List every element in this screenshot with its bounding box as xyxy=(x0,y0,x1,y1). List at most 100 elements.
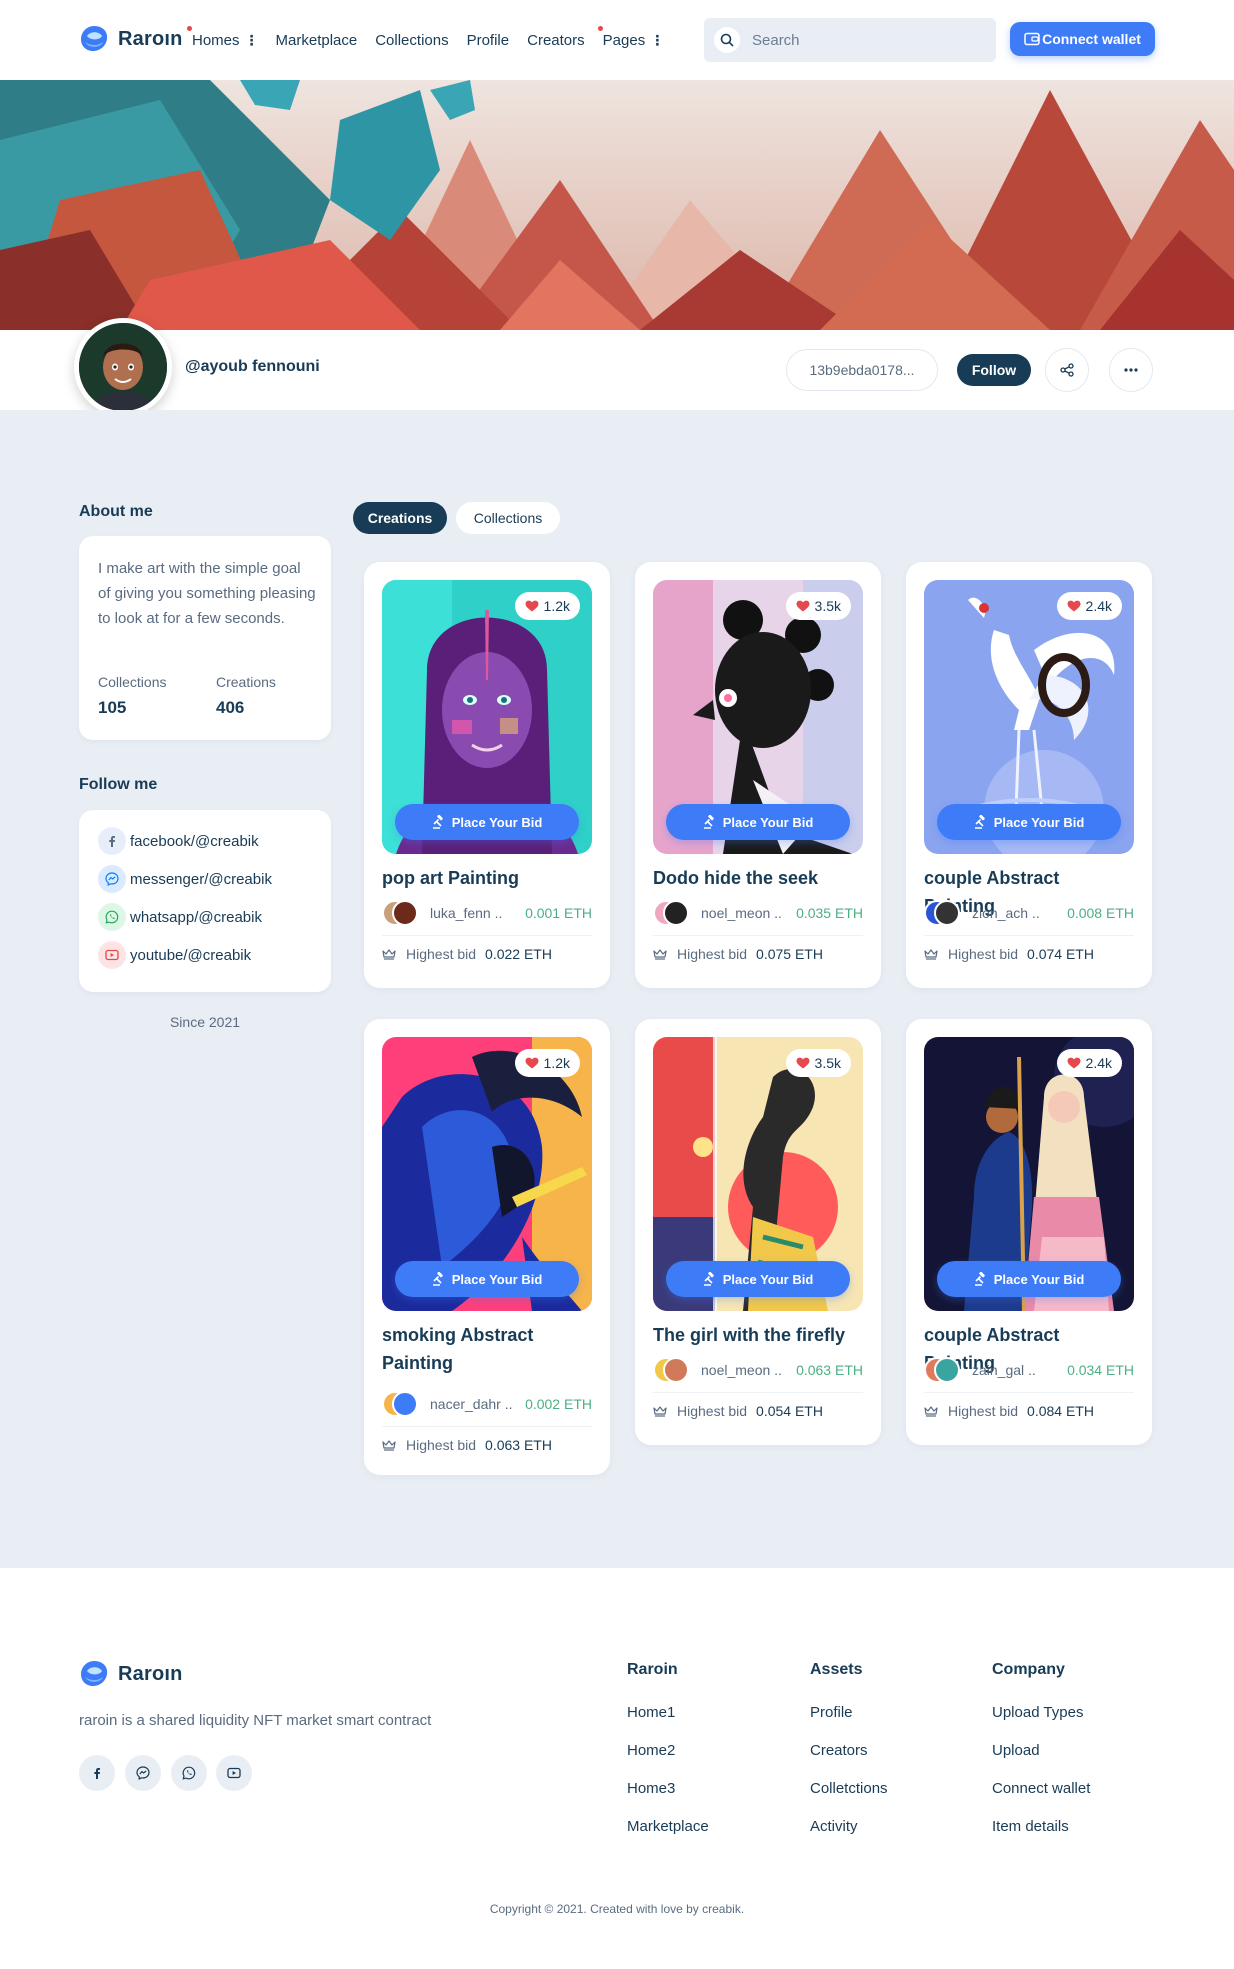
footer-col-raroin-title: Raroin xyxy=(627,1661,678,1678)
price: 0.034 ETH xyxy=(1067,1362,1134,1378)
creations-stat-label: Creations xyxy=(216,674,276,690)
footer-link-creators[interactable]: Creators xyxy=(810,1742,868,1759)
heart-icon xyxy=(1067,600,1081,612)
owner-name[interactable]: luka_fenn .. xyxy=(430,905,502,921)
nft-artwork-image[interactable]: 1.2k Place Your Bid xyxy=(382,580,592,854)
footer-link-item-details[interactable]: Item details xyxy=(992,1818,1069,1835)
footer-link-upload[interactable]: Upload xyxy=(992,1742,1040,1759)
like-badge[interactable]: 2.4k xyxy=(1056,1049,1122,1077)
top-navbar: Raroın Homes ⋮ Marketplace Collections Pr… xyxy=(0,0,1234,80)
place-bid-button[interactable]: Place Your Bid xyxy=(937,1261,1121,1297)
owner-avatars xyxy=(382,1391,422,1417)
like-badge[interactable]: 3.5k xyxy=(785,1049,851,1077)
search-input[interactable] xyxy=(752,31,972,49)
footer-link-home1[interactable]: Home1 xyxy=(627,1704,675,1721)
footer-link-connect-wallet[interactable]: Connect wallet xyxy=(992,1780,1090,1797)
more-horizontal-icon xyxy=(1124,368,1138,372)
footer-col-company-title: Company xyxy=(992,1661,1065,1678)
main-nav: Homes ⋮ Marketplace Collections Profile C… xyxy=(187,0,681,80)
like-badge[interactable]: 3.5k xyxy=(785,592,851,620)
nft-card[interactable]: 3.5k Place Your Bid Dodo hide the seek noel… xyxy=(635,562,881,988)
avatar xyxy=(663,900,689,926)
search-icon[interactable] xyxy=(714,27,740,53)
footer-link-profile[interactable]: Profile xyxy=(810,1704,853,1721)
like-badge[interactable]: 1.2k xyxy=(514,592,580,620)
owner-name[interactable]: zain_gal .. xyxy=(972,1362,1036,1378)
owner-avatars xyxy=(382,900,422,926)
nft-title[interactable]: pop art Painting xyxy=(382,864,592,892)
nft-card[interactable]: 3.5k Place Your Bid The girl with the fire… xyxy=(635,1019,881,1445)
nft-artwork-image[interactable]: 3.5k Place Your Bid xyxy=(653,1037,863,1311)
like-badge[interactable]: 1.2k xyxy=(514,1049,580,1077)
nft-artwork-image[interactable]: 3.5k Place Your Bid xyxy=(653,580,863,854)
like-badge[interactable]: 2.4k xyxy=(1056,592,1122,620)
nft-title[interactable]: Dodo hide the seek xyxy=(653,864,863,892)
nft-card[interactable]: 1.2k Place Your Bid pop art Painting luka_f… xyxy=(364,562,610,988)
share-button[interactable] xyxy=(1045,348,1089,392)
nav-profile[interactable]: Profile xyxy=(467,32,510,49)
footer-link-activity[interactable]: Activity xyxy=(810,1818,858,1835)
social-link-youtube[interactable]: youtube/@creabik xyxy=(98,941,251,969)
price: 0.008 ETH xyxy=(1067,905,1134,921)
divider xyxy=(924,1392,1134,1393)
more-options-button[interactable] xyxy=(1109,348,1153,392)
notification-dot xyxy=(597,25,603,31)
nft-card[interactable]: 2.4k Place Your Bid couple Abstract Painti… xyxy=(906,1019,1152,1445)
nft-title[interactable]: The girl with the firefly xyxy=(653,1321,863,1349)
follow-button[interactable]: Follow xyxy=(957,354,1031,386)
divider xyxy=(382,1426,592,1427)
place-bid-button[interactable]: Place Your Bid xyxy=(666,1261,850,1297)
nft-artwork-image[interactable]: 1.2k Place Your Bid xyxy=(382,1037,592,1311)
about-text: I make art with the simple goal of givin… xyxy=(98,560,316,627)
nft-title[interactable]: smoking Abstract Painting xyxy=(382,1321,592,1377)
footer-facebook-button[interactable] xyxy=(79,1755,115,1791)
owner-name[interactable]: noel_meon .. xyxy=(701,905,782,921)
footer-link-home3[interactable]: Home3 xyxy=(627,1780,675,1797)
owner-row: zion_ach .. 0.008 ETH xyxy=(924,898,1134,928)
owner-name[interactable]: noel_meon .. xyxy=(701,1362,782,1378)
nft-card[interactable]: 1.2k Place Your Bid smoking Abstract Paint… xyxy=(364,1019,610,1475)
footer-youtube-button[interactable] xyxy=(216,1755,252,1791)
footer-description: raroin is a shared liquidity NFT market … xyxy=(79,1712,432,1729)
owner-avatars xyxy=(924,1357,964,1383)
nft-card[interactable]: 2.4k Place Your Bid couple Abstract Painti… xyxy=(906,562,1152,988)
social-link-facebook[interactable]: facebook/@creabik xyxy=(98,827,259,855)
tab-creations[interactable]: Creations xyxy=(353,502,447,534)
nft-artwork-image[interactable]: 2.4k Place Your Bid xyxy=(924,580,1134,854)
nft-artwork-image[interactable]: 2.4k Place Your Bid xyxy=(924,1037,1134,1311)
nav-marketplace[interactable]: Marketplace xyxy=(276,32,358,49)
divider xyxy=(653,1392,863,1393)
tab-collections[interactable]: Collections xyxy=(456,502,560,534)
collections-stat-label: Collections xyxy=(98,674,167,690)
connect-wallet-button[interactable]: Connect wallet xyxy=(1010,22,1155,56)
social-link-messenger[interactable]: messenger/@creabik xyxy=(98,865,272,893)
nav-creators[interactable]: Creators xyxy=(527,32,585,49)
place-bid-button[interactable]: Place Your Bid xyxy=(937,804,1121,840)
footer-link-home2[interactable]: Home2 xyxy=(627,1742,675,1759)
social-link-whatsapp[interactable]: whatsapp/@creabik xyxy=(98,903,262,931)
footer-messenger-button[interactable] xyxy=(125,1755,161,1791)
heart-icon xyxy=(525,600,539,612)
about-me-title: About me xyxy=(79,503,153,520)
wallet-address[interactable]: 13b9ebda0178... xyxy=(786,349,938,391)
brand-logo[interactable]: Raroın xyxy=(79,24,183,54)
nav-collections[interactable]: Collections xyxy=(375,32,448,49)
footer-link-collections[interactable]: Colletctions xyxy=(810,1780,888,1797)
profile-cover-image xyxy=(0,80,1234,330)
place-bid-button[interactable]: Place Your Bid xyxy=(395,1261,579,1297)
nav-pages[interactable]: Pages ⋮ xyxy=(597,25,664,49)
avatar xyxy=(663,1357,689,1383)
footer-whatsapp-button[interactable] xyxy=(171,1755,207,1791)
owner-name[interactable]: zion_ach .. xyxy=(972,905,1040,921)
highest-bid-row: Highest bid 0.084 ETH xyxy=(924,1403,1094,1419)
price: 0.035 ETH xyxy=(796,905,863,921)
owner-name[interactable]: nacer_dahr .. xyxy=(430,1396,513,1412)
place-bid-button[interactable]: Place Your Bid xyxy=(666,804,850,840)
footer-brand-logo[interactable]: Raroın xyxy=(79,1659,183,1689)
footer-link-upload-types[interactable]: Upload Types xyxy=(992,1704,1083,1721)
heart-icon xyxy=(1067,1057,1081,1069)
place-bid-button[interactable]: Place Your Bid xyxy=(395,804,579,840)
more-vertical-icon: ⋮ xyxy=(650,31,664,48)
footer-link-marketplace[interactable]: Marketplace xyxy=(627,1818,709,1835)
nav-homes[interactable]: Homes ⋮ xyxy=(187,25,259,49)
